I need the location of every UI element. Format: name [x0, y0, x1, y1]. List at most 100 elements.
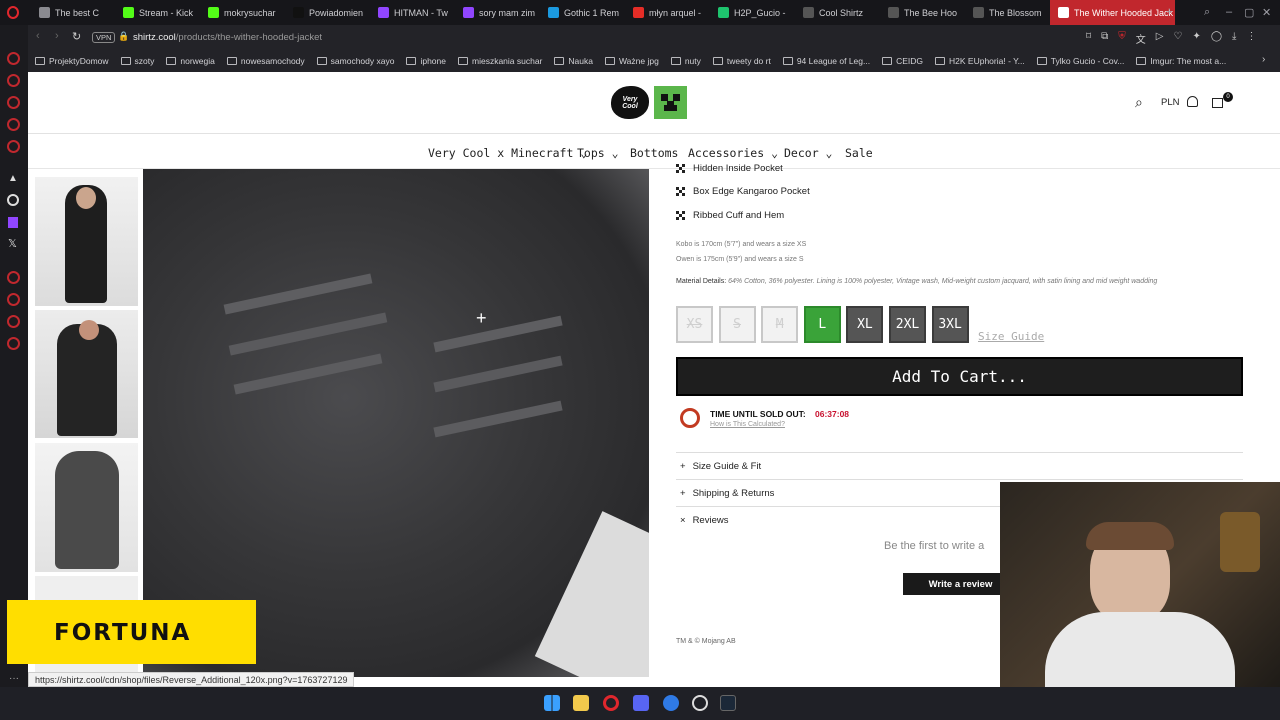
new-tab-icon[interactable]: +: [1166, 6, 1172, 18]
more-icon[interactable]: ···: [9, 673, 19, 684]
bookmark-item[interactable]: 94 League of Leg...: [782, 56, 870, 66]
pin-icon[interactable]: ▲: [8, 173, 18, 184]
size-option-m[interactable]: M: [761, 306, 799, 343]
download-icon[interactable]: ⤓: [1232, 31, 1236, 46]
chat-icon[interactable]: [7, 118, 20, 131]
site-logo[interactable]: Very Cool: [611, 86, 649, 119]
search-tabs-icon[interactable]: ⌕: [1204, 6, 1210, 19]
discord-icon[interactable]: [633, 695, 649, 711]
browser-tab[interactable]: HITMAN - Tw: [370, 0, 454, 25]
browser-tab[interactable]: sory mam zim: [455, 0, 539, 25]
bookmark-icon[interactable]: ⌑: [1086, 31, 1091, 46]
chatgpt-icon[interactable]: [7, 194, 19, 206]
adblock-icon[interactable]: ⛨: [1118, 31, 1126, 46]
bookmark-item[interactable]: iphone: [406, 56, 446, 66]
menu-icon[interactable]: ⋮: [1246, 31, 1256, 46]
size-option-s[interactable]: S: [718, 306, 756, 343]
accordion-size-guide-fit[interactable]: + Size Guide & Fit: [676, 452, 1243, 479]
twitch-icon[interactable]: [8, 217, 18, 228]
messenger-icon[interactable]: [7, 52, 20, 65]
bookmark-item[interactable]: szoty: [120, 56, 154, 66]
bookmark-item[interactable]: nowesamochody: [226, 56, 305, 66]
pixel-bullet-icon: [676, 211, 685, 220]
bookmarks-more-icon[interactable]: ›: [1262, 54, 1265, 65]
browser-tab[interactable]: młyn arquel -: [625, 0, 709, 25]
thumbnail-front[interactable]: [35, 177, 138, 306]
play-icon[interactable]: ▷: [1156, 31, 1164, 46]
minimize-icon[interactable]: –: [1226, 6, 1232, 18]
thumbnail-side[interactable]: [35, 310, 138, 438]
browser-tab[interactable]: The Wither Hooded Jack: [1050, 0, 1175, 25]
browser-tab[interactable]: H2P_Gucio -: [710, 0, 794, 25]
bookmark-item[interactable]: Nauka: [554, 56, 593, 66]
search-icon[interactable]: ⌕: [1135, 94, 1143, 111]
bookmark-item[interactable]: nuty: [670, 56, 701, 66]
size-option-l[interactable]: L: [803, 306, 841, 343]
browser-tab[interactable]: Stream - Kick: [115, 0, 199, 25]
clock-icon[interactable]: [7, 293, 20, 306]
wallet-icon[interactable]: [7, 96, 20, 109]
settings-icon[interactable]: [7, 337, 20, 350]
bookmark-item[interactable]: Imgur: The most a...: [1136, 56, 1226, 66]
timer-info-link[interactable]: How is This Calculated?: [710, 421, 785, 428]
mail-icon[interactable]: [7, 140, 20, 153]
browser-tab[interactable]: The best C: [31, 0, 114, 25]
vpn-badge[interactable]: VPN: [92, 32, 116, 43]
x-icon[interactable]: 𝕏: [8, 237, 17, 250]
bookmark-item[interactable]: mieszkania suchar: [458, 56, 542, 66]
translate-icon[interactable]: 文: [1136, 31, 1146, 46]
size-option-xl[interactable]: XL: [846, 306, 884, 343]
steam-icon[interactable]: [720, 695, 736, 711]
extensions-icon[interactable]: [7, 271, 20, 284]
browser-tab[interactable]: Cool Shirtz: [795, 0, 879, 25]
creeper-logo-icon[interactable]: [654, 86, 687, 119]
browser-tab[interactable]: Powiadomien: [285, 0, 369, 25]
start-icon[interactable]: [544, 695, 560, 711]
browser-tab[interactable]: The Bee Hoo: [880, 0, 964, 25]
write-review-label: Write a review: [928, 578, 993, 590]
bookmark-item[interactable]: ProjektyDomow: [35, 56, 109, 66]
nav-item[interactable]: Bottoms: [630, 146, 678, 160]
add-to-cart-button[interactable]: Add To Cart...: [676, 357, 1243, 396]
size-option-2xl[interactable]: 2XL: [889, 306, 926, 343]
history-icon[interactable]: [7, 74, 20, 87]
browser-tab[interactable]: mokrysuchar: [200, 0, 284, 25]
currency-selector[interactable]: PLN: [1161, 97, 1179, 108]
nav-item[interactable]: Tops ⌄: [577, 146, 619, 160]
url-field[interactable]: shirtz.cool/products/the-wither-hooded-j…: [133, 32, 322, 43]
reload-icon[interactable]: ↻: [72, 30, 81, 43]
opera-taskbar-icon[interactable]: [603, 695, 619, 711]
opera-logo-icon[interactable]: [7, 6, 19, 19]
size-guide-link[interactable]: Size Guide: [978, 330, 1044, 343]
downloads-icon[interactable]: [7, 315, 20, 328]
nav-item[interactable]: Very Cool x Minecraft ⌄: [428, 146, 587, 160]
bookmark-item[interactable]: tweety do rt: [712, 56, 771, 66]
size-option-xs[interactable]: XS: [676, 306, 713, 343]
snapshot-icon[interactable]: ⧉: [1101, 31, 1108, 46]
thumbnail-back[interactable]: [35, 443, 138, 572]
close-icon[interactable]: ✕: [1262, 6, 1271, 19]
nav-item[interactable]: Decor ⌄: [784, 146, 832, 160]
bookmark-item[interactable]: Ważne jpg: [604, 56, 659, 66]
bookmark-item[interactable]: samochody xayo: [316, 56, 394, 66]
cart-icon[interactable]: [1212, 98, 1223, 108]
bookmark-item[interactable]: CEIDG: [882, 56, 923, 66]
bookmark-item[interactable]: norwegia: [166, 56, 215, 66]
browser-tab[interactable]: The Blossom: [965, 0, 1049, 25]
back-icon[interactable]: ‹: [36, 30, 40, 42]
nav-item[interactable]: Accessories ⌄: [688, 146, 778, 160]
account-icon[interactable]: [1187, 96, 1198, 107]
size-option-3xl[interactable]: 3XL: [931, 306, 969, 343]
forward-icon[interactable]: ›: [55, 30, 59, 42]
bookmark-item[interactable]: H2K EUphoria! - Y...: [935, 56, 1025, 66]
messenger-taskbar-icon[interactable]: [663, 695, 679, 711]
browser-tab[interactable]: Gothic 1 Rem: [540, 0, 624, 25]
nav-item[interactable]: Sale: [845, 146, 873, 160]
extension-icon[interactable]: ✦: [1192, 31, 1200, 46]
obs-icon[interactable]: [692, 695, 708, 711]
heart-icon[interactable]: ♡: [1173, 31, 1182, 46]
maximize-icon[interactable]: ▢: [1244, 6, 1254, 19]
profile-icon[interactable]: ◯: [1211, 31, 1222, 46]
bookmark-item[interactable]: Tylko Gucio - Cov...: [1036, 56, 1124, 66]
file-explorer-icon[interactable]: [573, 695, 589, 711]
